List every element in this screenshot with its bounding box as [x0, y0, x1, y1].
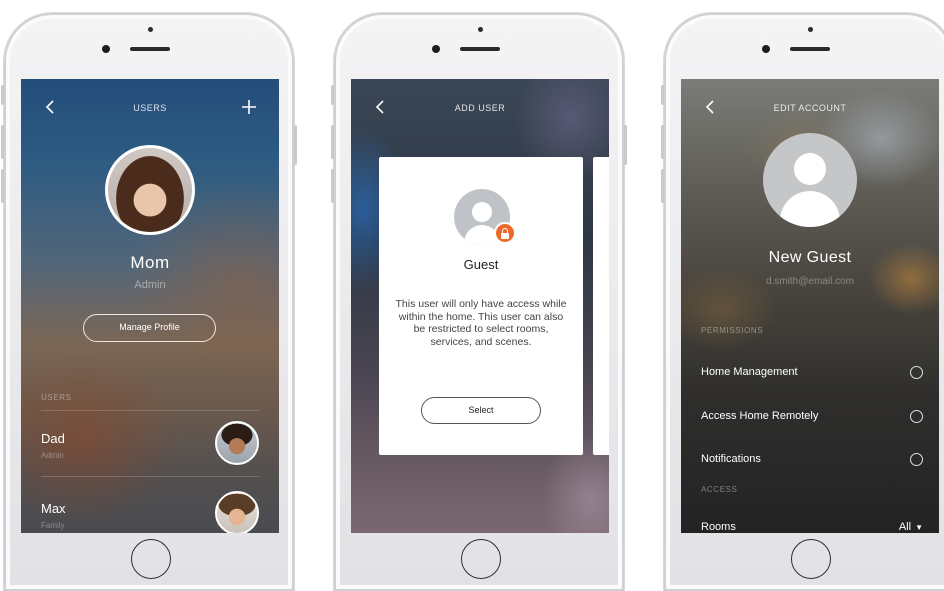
rooms-value: All [898, 521, 912, 533]
account-email: d.smith@email.com [766, 276, 854, 287]
rooms-select[interactable]: All ▼ [899, 521, 923, 533]
users-screen: USERS Mom Admin Manage Profile USERS Dad… [21, 79, 279, 533]
home-button[interactable] [791, 539, 831, 579]
manage-profile-button[interactable]: Manage Profile [83, 314, 216, 342]
phone-users: USERS Mom Admin Manage Profile USERS Dad… [1, 13, 297, 591]
phone-add-user: ADD USER Guest This user will only have … [331, 13, 627, 591]
divider [41, 476, 259, 477]
user-role: Family [41, 521, 65, 530]
page-title: ADD USER [454, 103, 506, 113]
user-avatar [215, 491, 259, 533]
home-button[interactable] [131, 539, 171, 579]
permission-label: Access Home Remotely [701, 410, 819, 422]
permission-notifications[interactable]: Notifications [681, 445, 939, 475]
access-label: ACCESS [701, 485, 738, 494]
select-button[interactable]: Select [421, 397, 541, 424]
users-section-label: USERS [41, 393, 72, 402]
user-name: Max [41, 501, 66, 516]
profile-avatar [105, 145, 195, 235]
plus-icon[interactable] [241, 99, 257, 115]
permission-home-management[interactable]: Home Management [681, 358, 939, 388]
user-row-max[interactable]: Max Family [21, 487, 279, 533]
guest-user-card[interactable]: Guest This user will only have access wh… [379, 157, 583, 455]
speaker-grille [130, 47, 170, 51]
page-title: EDIT ACCOUNT [773, 103, 847, 113]
dropdown-caret-icon: ▼ [915, 523, 923, 532]
permission-label: Notifications [701, 453, 761, 465]
account-name: New Guest [768, 249, 852, 266]
camera [102, 45, 110, 53]
user-role: Admin [41, 451, 64, 460]
profile-role: Admin [134, 279, 166, 291]
radio-icon[interactable] [910, 453, 923, 466]
speaker-grille [460, 47, 500, 51]
edit-account-screen: EDIT ACCOUNT New Guest d.smith@email.com… [681, 79, 939, 533]
next-card-peek[interactable] [593, 157, 609, 455]
card-description: This user will only have access while wi… [395, 298, 567, 348]
phone-edit-account: EDIT ACCOUNT New Guest d.smith@email.com… [661, 13, 944, 591]
user-row-dad[interactable]: Dad Admin [21, 417, 279, 477]
sensor-dot [148, 27, 153, 32]
radio-icon[interactable] [910, 410, 923, 423]
sensor-dot [808, 27, 813, 32]
home-button[interactable] [461, 539, 501, 579]
profile-name: Mom [130, 253, 170, 272]
camera [432, 45, 440, 53]
permission-label: Home Management [701, 366, 798, 378]
card-title: Guest [463, 257, 499, 272]
user-name: Dad [41, 431, 65, 446]
rooms-row[interactable]: Rooms All ▼ [681, 513, 939, 533]
speaker-grille [790, 47, 830, 51]
lock-icon [494, 222, 516, 244]
radio-icon[interactable] [910, 366, 923, 379]
user-avatar [215, 421, 259, 465]
camera [762, 45, 770, 53]
rooms-label: Rooms [701, 521, 736, 533]
permissions-label: PERMISSIONS [701, 326, 764, 335]
divider [41, 410, 259, 411]
guest-avatar-icon[interactable] [763, 133, 857, 227]
permission-access-remotely[interactable]: Access Home Remotely [681, 402, 939, 432]
add-user-screen: ADD USER Guest This user will only have … [351, 79, 609, 533]
sensor-dot [478, 27, 483, 32]
